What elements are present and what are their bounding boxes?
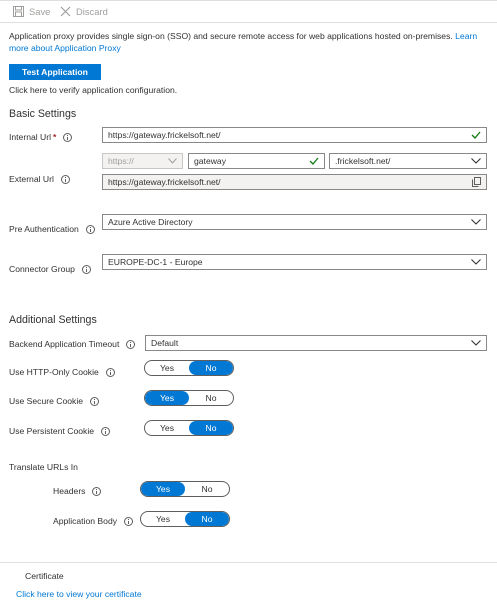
chevron-down-icon (168, 158, 177, 164)
toggle-yes[interactable]: Yes (141, 512, 185, 526)
discard-button[interactable]: Discard (60, 6, 108, 17)
view-certificate-link[interactable]: Click here to view your certificate (16, 589, 142, 599)
translate-urls-label: Translate URLs In (9, 462, 78, 472)
headers-label: Headers (53, 486, 102, 496)
required-marker: * (53, 132, 57, 142)
save-button[interactable]: Save (13, 6, 50, 17)
info-icon[interactable] (81, 264, 91, 274)
close-icon (60, 6, 71, 17)
copy-icon[interactable] (472, 177, 481, 187)
info-icon[interactable] (124, 516, 134, 526)
toggle-yes[interactable]: Yes (145, 391, 189, 405)
external-url-scheme-dropdown[interactable]: https:// (102, 153, 183, 169)
secure-cookie-label: Use Secure Cookie (9, 396, 100, 406)
toggle-no[interactable]: No (185, 482, 229, 496)
toggle-no[interactable]: No (189, 391, 233, 405)
application-body-toggle[interactable]: Yes No (140, 511, 230, 527)
command-bar: Save Discard (0, 0, 497, 22)
backend-timeout-dropdown[interactable]: Default (145, 335, 487, 351)
toggle-no[interactable]: No (189, 421, 233, 435)
pre-authentication-label: Pre Authentication (9, 224, 95, 234)
discard-label: Discard (76, 6, 108, 17)
persistent-cookie-toggle[interactable]: Yes No (144, 420, 234, 436)
info-icon[interactable] (63, 132, 73, 142)
toggle-no[interactable]: No (185, 512, 229, 526)
external-url-domain-dropdown[interactable]: .frickelsoft.net/ (329, 153, 487, 169)
connector-group-dropdown[interactable]: EUROPE-DC-1 - Europe (102, 254, 487, 270)
external-url-label: External Url (9, 174, 70, 184)
http-only-cookie-label: Use HTTP-Only Cookie (9, 367, 115, 377)
additional-settings-title: Additional Settings (9, 314, 97, 326)
external-url-subdomain-input[interactable]: gateway (188, 153, 325, 169)
info-icon[interactable] (85, 224, 95, 234)
chevron-down-icon (471, 158, 481, 164)
persistent-cookie-label: Use Persistent Cookie (9, 426, 111, 436)
external-url-full-field: https://gateway.frickelsoft.net/ (102, 174, 487, 190)
info-icon[interactable] (60, 174, 70, 184)
chevron-down-icon (471, 340, 481, 346)
test-hint: Click here to verify application configu… (9, 85, 178, 95)
test-application-button[interactable]: Test Application (9, 64, 101, 80)
toggle-yes[interactable]: Yes (145, 421, 189, 435)
connector-group-label: Connector Group (9, 264, 91, 274)
chevron-down-icon (471, 259, 481, 265)
basic-settings-title: Basic Settings (9, 108, 77, 120)
info-icon[interactable] (105, 367, 115, 377)
secure-cookie-toggle[interactable]: Yes No (144, 390, 234, 406)
info-icon[interactable] (126, 339, 136, 349)
http-only-cookie-toggle[interactable]: Yes No (144, 360, 234, 376)
intro-description: Application proxy provides single sign-o… (9, 31, 453, 41)
save-icon (13, 6, 24, 17)
toggle-yes[interactable]: Yes (145, 361, 189, 375)
toggle-yes[interactable]: Yes (141, 482, 185, 496)
pre-authentication-dropdown[interactable]: Azure Active Directory (102, 214, 487, 230)
check-icon (309, 157, 319, 165)
intro-text: Application proxy provides single sign-o… (9, 31, 489, 54)
info-icon[interactable] (101, 426, 111, 436)
check-icon (471, 131, 481, 139)
internal-url-label: Internal Url * (9, 132, 73, 142)
headers-toggle[interactable]: Yes No (140, 481, 230, 497)
toolbar-divider (0, 22, 497, 23)
chevron-down-icon (471, 219, 481, 225)
application-body-label: Application Body (53, 516, 134, 526)
internal-url-input[interactable]: https://gateway.frickelsoft.net/ (102, 127, 487, 143)
info-icon[interactable] (90, 396, 100, 406)
certificate-title: Certificate (25, 571, 64, 581)
backend-timeout-label: Backend Application Timeout (9, 339, 136, 349)
save-label: Save (29, 6, 51, 17)
toggle-no[interactable]: No (189, 361, 233, 375)
certificate-divider (0, 562, 497, 563)
info-icon[interactable] (92, 486, 102, 496)
